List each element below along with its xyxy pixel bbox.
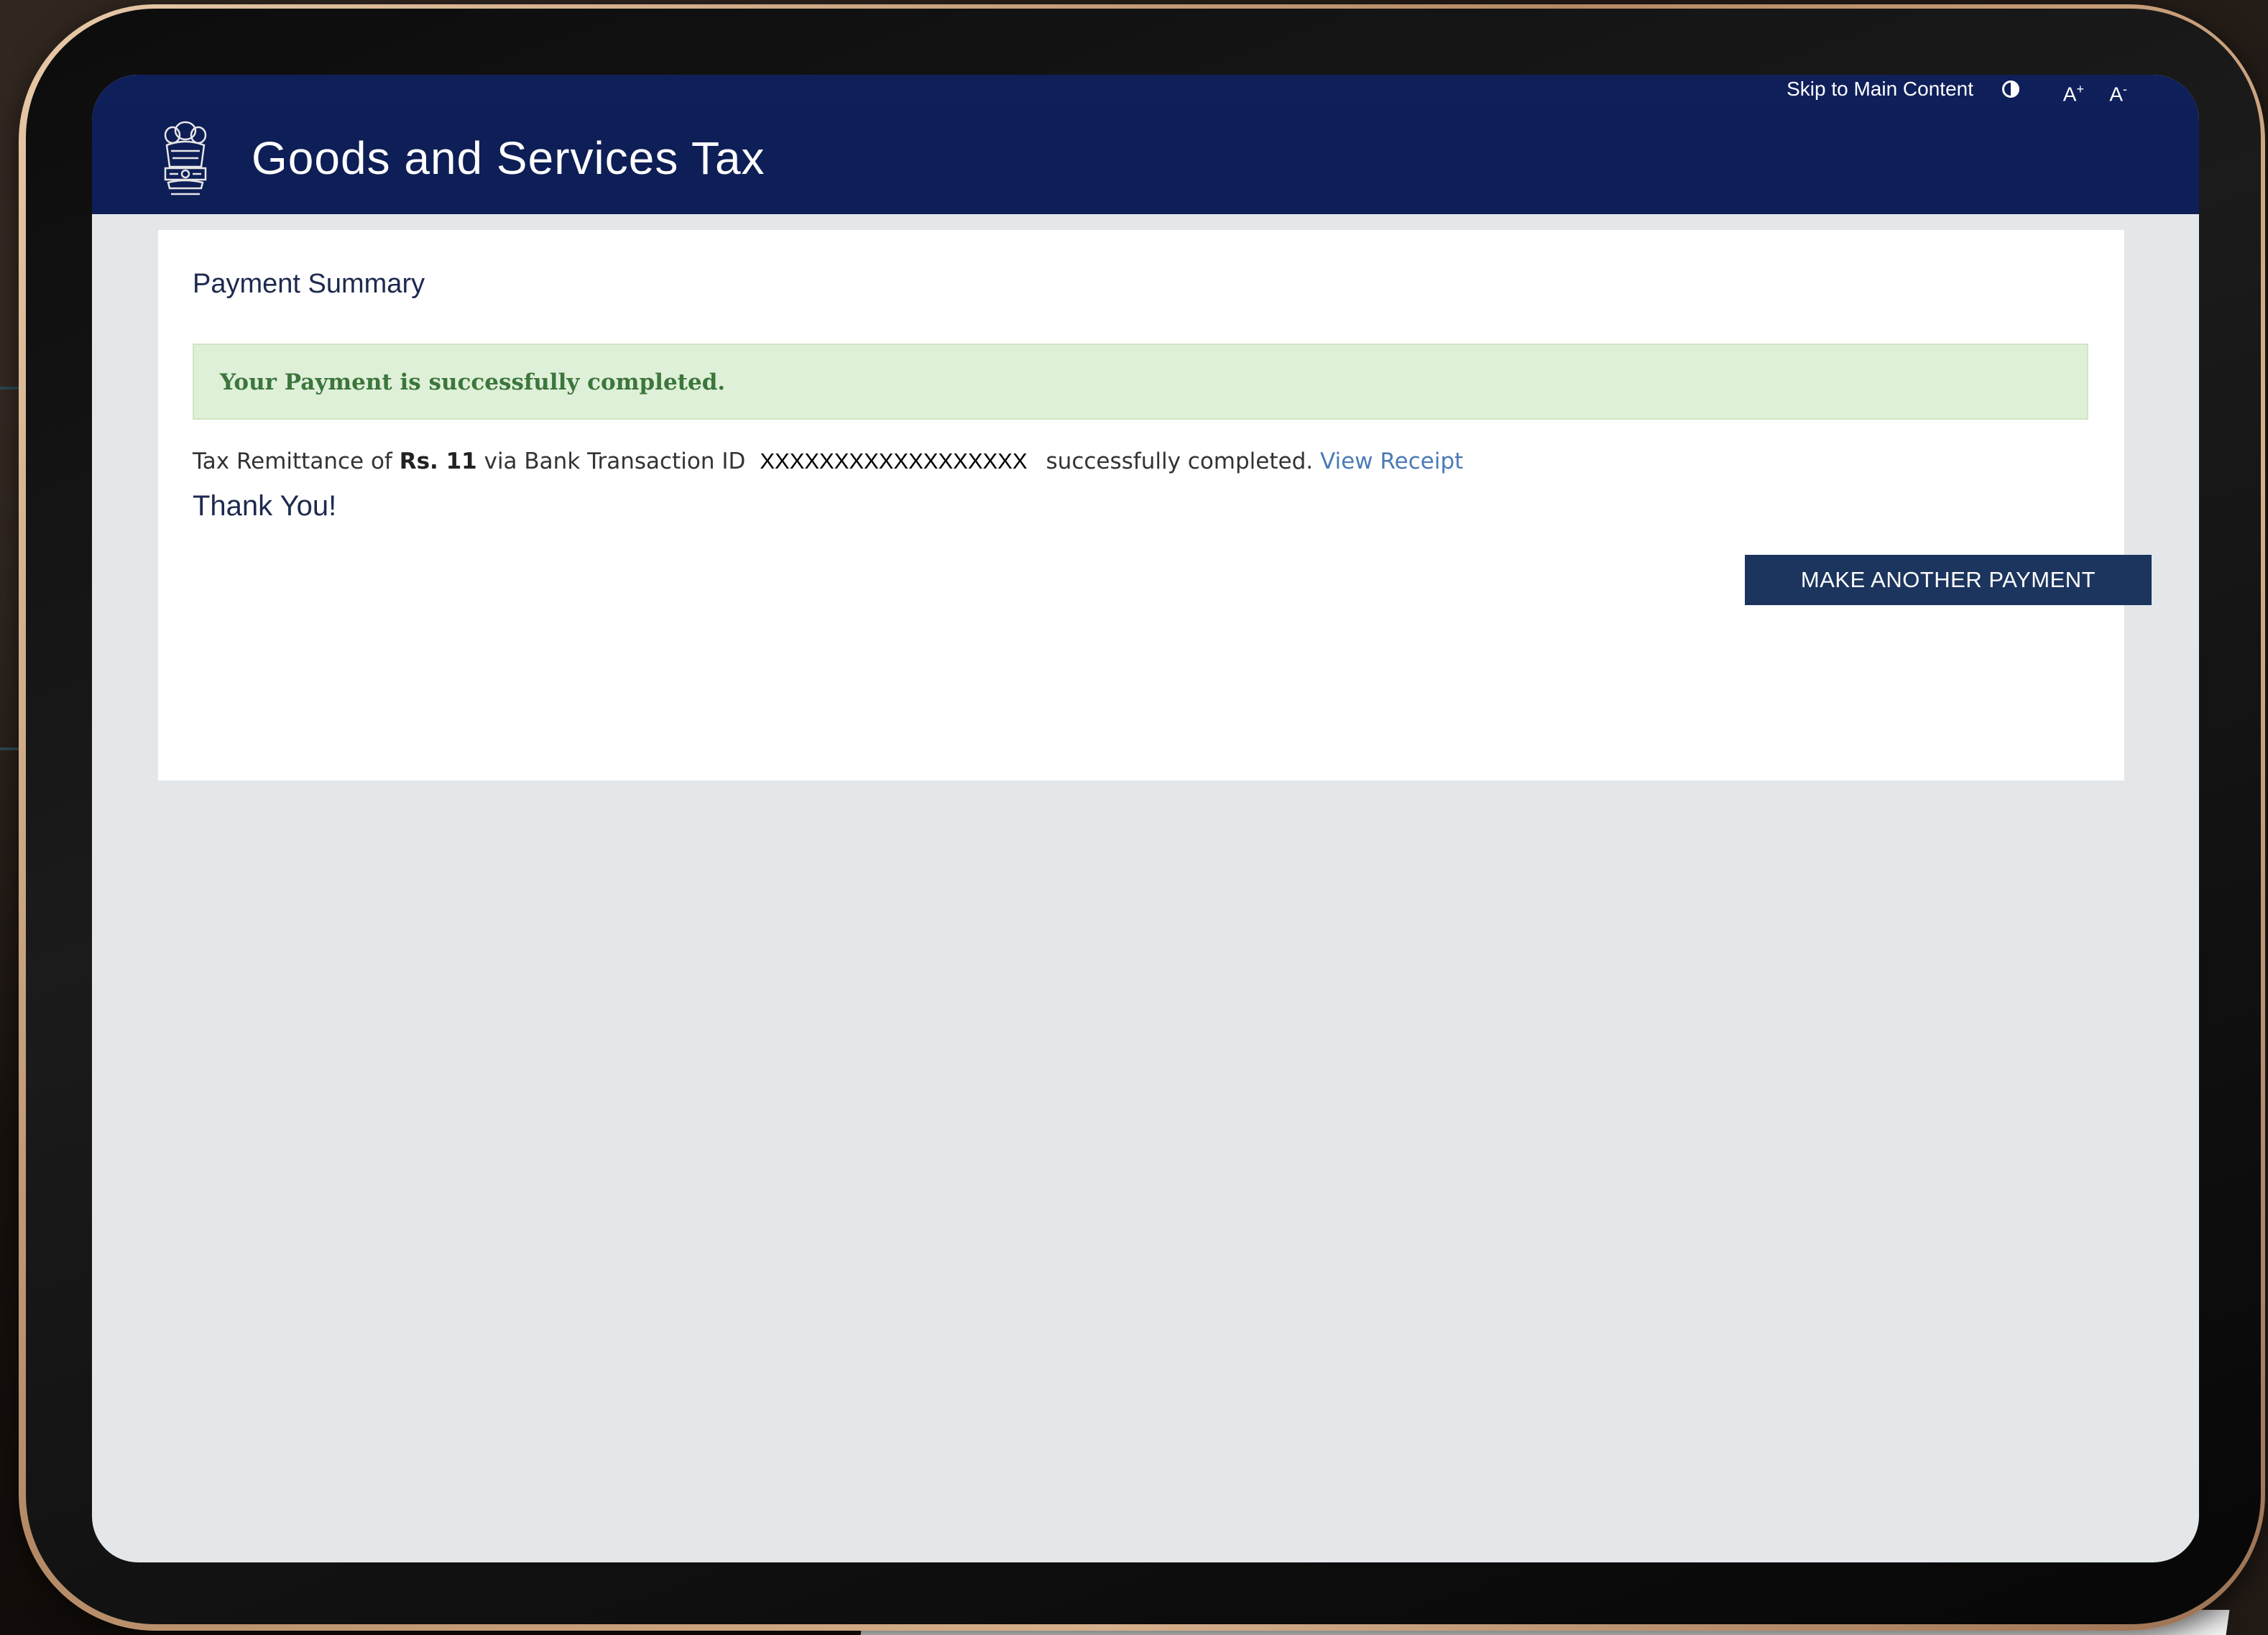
font-increase-button[interactable]: A+ [2063, 76, 2084, 107]
transaction-id: XXXXXXXXXXXXXXXXXX [760, 448, 1028, 474]
contrast-icon[interactable] [2002, 80, 2019, 98]
success-alert-text: Your Payment is successfully completed. [220, 369, 726, 395]
emblem-icon[interactable] [157, 116, 214, 201]
site-header: Goods and Services Tax [92, 105, 2199, 214]
payment-summary-card: Payment Summary Your Payment is successf… [158, 230, 2152, 780]
remittance-suffix: successfully completed. [1046, 448, 1314, 474]
make-another-payment-button[interactable]: MAKE ANOTHER PAYMENT [1745, 555, 2152, 605]
remittance-via: via Bank Transaction ID [484, 448, 746, 474]
success-alert: Your Payment is successfully completed. [193, 344, 2088, 420]
plus-sup: + [2076, 82, 2084, 96]
skip-to-main-link[interactable]: Skip to Main Content [1787, 76, 1973, 102]
site-title[interactable]: Goods and Services Tax [252, 128, 765, 188]
minus-sup: - [2123, 82, 2127, 96]
accessibility-bar: Skip to Main Content A+ A- [92, 75, 2199, 105]
font-increase-label: A [2062, 83, 2077, 106]
remittance-message: Tax Remittance of Rs. 11 via Bank Transa… [193, 446, 1463, 477]
font-decrease-label: A [2109, 83, 2123, 106]
page-title: Payment Summary [193, 269, 425, 299]
remittance-amount: Rs. 11 [399, 448, 477, 474]
thank-you-text: Thank You! [193, 490, 337, 522]
remittance-prefix: Tax Remittance of [193, 448, 392, 474]
view-receipt-link[interactable]: View Receipt [1320, 448, 1463, 474]
font-decrease-button[interactable]: A- [2109, 76, 2127, 107]
tablet-screen: Skip to Main Content A+ A- Goods and Ser… [92, 75, 2199, 1562]
